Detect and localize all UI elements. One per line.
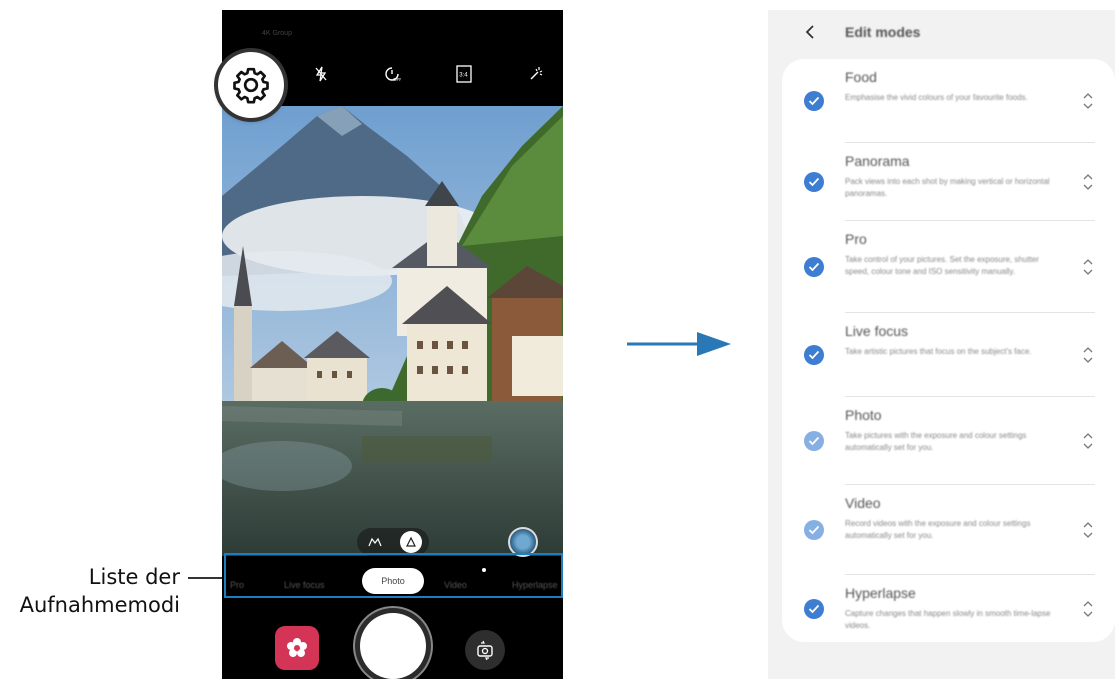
mode-description: Take control of your pictures. Set the e… [845, 255, 1039, 276]
mode-list-card: Food Emphasise the vivid colours of your … [782, 59, 1115, 642]
mode-row[interactable]: Pro Take control of your pictures. Set th… [782, 221, 1115, 313]
back-icon[interactable] [802, 23, 820, 41]
mode-title: Hyperlapse [845, 585, 916, 601]
mode-title: Video [845, 495, 881, 511]
mode-title: Food [845, 69, 877, 85]
mode-description: Capture changes that happen slowly in sm… [845, 609, 1051, 630]
reorder-handle-icon[interactable] [1082, 171, 1094, 193]
reorder-handle-icon[interactable] [1082, 430, 1094, 452]
reorder-handle-icon[interactable] [1082, 598, 1094, 620]
callout-line-1: Liste der [88, 565, 180, 589]
status-text: 4K Group [262, 30, 292, 37]
reorder-handle-icon[interactable] [1082, 90, 1094, 112]
checkbox-checked-icon[interactable] [804, 257, 824, 277]
aspect-ratio-icon[interactable]: 3:4 [450, 60, 478, 88]
transition-arrow-icon [627, 330, 737, 363]
mode-description: Record videos with the exposure and colo… [845, 519, 1031, 540]
camera-viewfinder[interactable] [222, 106, 563, 556]
checkbox-checked-icon[interactable] [804, 598, 824, 619]
checkbox-checked-icon[interactable] [804, 345, 824, 365]
normal-angle-icon[interactable] [400, 531, 422, 553]
gallery-icon[interactable] [275, 626, 319, 670]
mode-row[interactable]: Panorama Pack views into each shot by mak… [782, 143, 1115, 221]
zoom-selector[interactable] [357, 528, 429, 556]
mode-description: Take artistic pictures that focus on the… [845, 347, 1032, 356]
mode-row[interactable]: Live focus Take artistic pictures that fo… [782, 313, 1115, 397]
page-title: Edit modes [845, 24, 921, 40]
reorder-handle-icon[interactable] [1082, 256, 1094, 278]
filter-icon[interactable] [522, 60, 550, 88]
mode-title: Live focus [845, 323, 909, 339]
mode-row[interactable]: Photo Take pictures with the exposure and… [782, 397, 1115, 485]
wide-angle-icon[interactable] [364, 531, 386, 553]
mode-row[interactable]: Hyperlapse Capture changes that happen sl… [782, 575, 1115, 642]
checkbox-checked-icon[interactable] [804, 520, 824, 540]
checkbox-checked-icon[interactable] [804, 91, 824, 111]
reorder-handle-icon[interactable] [1082, 519, 1094, 541]
callout-line-2: Aufnahmemodi [19, 593, 180, 617]
timer-off-icon[interactable]: OFF [378, 60, 406, 88]
mode-title: Photo [845, 407, 882, 423]
header: Edit modes [768, 10, 1115, 54]
svg-text:OFF: OFF [393, 77, 401, 82]
checkbox-checked-icon[interactable] [804, 431, 824, 451]
switch-camera-icon[interactable] [465, 630, 505, 670]
mode-title: Pro [845, 231, 867, 247]
mode-description: Emphasise the vivid colours of your favo… [845, 93, 1028, 102]
mode-row[interactable]: Video Record videos with the exposure and… [782, 485, 1115, 575]
edit-modes-screen: Edit modes Food Emphasise the vivid colou… [768, 10, 1115, 679]
mode-description: Pack views into each shot by making vert… [845, 177, 1050, 198]
reorder-handle-icon[interactable] [1082, 344, 1094, 366]
svg-text:3:4: 3:4 [459, 73, 468, 79]
flash-off-icon[interactable] [307, 60, 335, 88]
settings-icon[interactable] [218, 52, 284, 118]
mode-list-callout: Liste der Aufnahmemodi [0, 563, 180, 619]
mode-row[interactable]: Food Emphasise the vivid colours of your … [782, 59, 1115, 143]
mode-title: Panorama [845, 153, 910, 169]
callout-leader-line [188, 577, 224, 579]
mode-list-highlight [224, 553, 563, 598]
checkbox-checked-icon[interactable] [804, 172, 824, 192]
shutter-button[interactable] [360, 613, 426, 679]
mode-description: Take pictures with the exposure and colo… [845, 431, 1027, 452]
